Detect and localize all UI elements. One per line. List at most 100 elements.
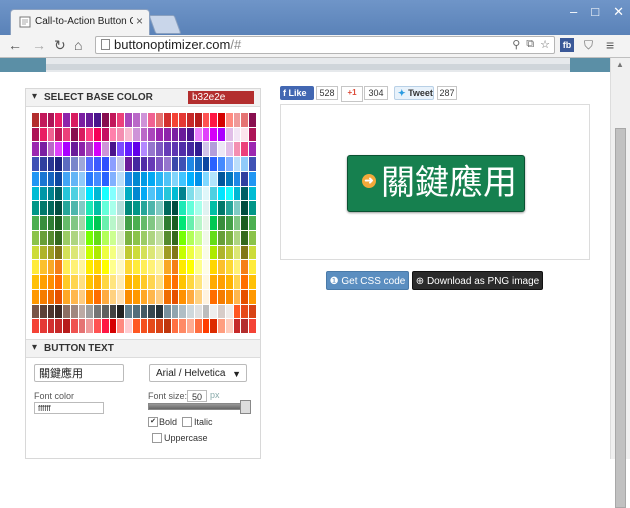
color-swatch[interactable]	[148, 142, 156, 157]
color-swatch[interactable]	[218, 275, 225, 289]
color-swatch[interactable]	[148, 275, 156, 289]
color-swatch[interactable]	[241, 157, 249, 171]
color-swatch[interactable]	[163, 142, 171, 157]
color-swatch[interactable]	[70, 127, 78, 142]
color-swatch[interactable]	[55, 319, 63, 333]
color-swatch[interactable]	[109, 157, 117, 171]
color-swatch[interactable]	[241, 186, 249, 201]
color-swatch[interactable]	[202, 157, 210, 171]
color-swatch[interactable]	[249, 201, 256, 216]
color-swatch[interactable]	[218, 142, 225, 157]
color-swatch[interactable]	[249, 304, 256, 319]
color-swatch[interactable]	[109, 113, 117, 127]
color-swatch[interactable]	[132, 157, 140, 171]
color-swatch[interactable]	[86, 275, 94, 289]
color-swatch[interactable]	[125, 260, 132, 275]
color-swatch[interactable]	[148, 113, 156, 127]
uppercase-checkbox[interactable]	[152, 433, 162, 443]
color-swatch[interactable]	[179, 245, 187, 260]
color-swatch[interactable]	[249, 157, 256, 171]
color-swatch[interactable]	[47, 230, 55, 245]
color-swatch[interactable]	[148, 216, 156, 230]
color-swatch[interactable]	[78, 186, 86, 201]
bookmark-star-icon[interactable]: ☆	[540, 38, 550, 51]
color-swatch[interactable]	[32, 186, 39, 201]
color-swatch[interactable]	[163, 127, 171, 142]
color-swatch[interactable]	[132, 171, 140, 186]
color-swatch[interactable]	[233, 142, 241, 157]
color-swatch[interactable]	[202, 230, 210, 245]
color-swatch[interactable]	[117, 245, 125, 260]
color-swatch[interactable]	[55, 304, 63, 319]
color-swatch[interactable]	[55, 142, 63, 157]
color-swatch[interactable]	[47, 113, 55, 127]
color-swatch[interactable]	[194, 245, 202, 260]
color-swatch[interactable]	[171, 260, 179, 275]
color-swatch[interactable]	[101, 171, 109, 186]
color-swatch[interactable]	[78, 216, 86, 230]
color-swatch[interactable]	[179, 113, 187, 127]
color-swatch[interactable]	[187, 289, 194, 304]
color-swatch[interactable]	[194, 275, 202, 289]
color-swatch[interactable]	[171, 186, 179, 201]
color-swatch[interactable]	[202, 201, 210, 216]
color-swatch[interactable]	[140, 186, 148, 201]
page-scrollbar[interactable]: ▲	[610, 58, 630, 508]
color-swatch[interactable]	[55, 127, 63, 142]
forward-arrow-icon[interactable]: →	[32, 37, 46, 53]
color-swatch[interactable]	[63, 275, 70, 289]
font-size-slider[interactable]	[148, 403, 246, 410]
color-swatch[interactable]	[109, 127, 117, 142]
color-swatch[interactable]	[132, 216, 140, 230]
color-swatch[interactable]	[156, 230, 163, 245]
color-swatch[interactable]	[32, 304, 39, 319]
color-swatch[interactable]	[225, 113, 233, 127]
color-swatch[interactable]	[55, 245, 63, 260]
color-swatch[interactable]	[86, 245, 94, 260]
color-swatch[interactable]	[47, 127, 55, 142]
color-swatch[interactable]	[70, 319, 78, 333]
color-swatch[interactable]	[39, 260, 47, 275]
color-swatch[interactable]	[39, 113, 47, 127]
color-swatch[interactable]	[86, 127, 94, 142]
color-swatch[interactable]	[86, 260, 94, 275]
color-swatch[interactable]	[187, 127, 194, 142]
color-swatch[interactable]	[194, 186, 202, 201]
color-swatch[interactable]	[163, 245, 171, 260]
color-swatch[interactable]	[241, 230, 249, 245]
color-swatch[interactable]	[156, 275, 163, 289]
color-swatch[interactable]	[156, 319, 163, 333]
color-swatch[interactable]	[194, 304, 202, 319]
color-swatch[interactable]	[194, 171, 202, 186]
color-swatch[interactable]	[101, 157, 109, 171]
color-swatch[interactable]	[148, 260, 156, 275]
color-swatch[interactable]	[225, 260, 233, 275]
color-swatch[interactable]	[63, 230, 70, 245]
color-swatch[interactable]	[94, 304, 101, 319]
color-swatch[interactable]	[109, 230, 117, 245]
color-swatch[interactable]	[241, 171, 249, 186]
color-swatch[interactable]	[140, 113, 148, 127]
color-swatch[interactable]	[225, 157, 233, 171]
bold-checkbox[interactable]: ✔	[148, 417, 158, 427]
color-swatch[interactable]	[109, 289, 117, 304]
color-swatch[interactable]	[171, 245, 179, 260]
color-swatch[interactable]	[187, 142, 194, 157]
color-swatch[interactable]	[210, 127, 218, 142]
color-swatch[interactable]	[78, 289, 86, 304]
color-swatch[interactable]	[47, 260, 55, 275]
color-swatch[interactable]	[101, 304, 109, 319]
color-swatch[interactable]	[233, 201, 241, 216]
color-swatch[interactable]	[39, 230, 47, 245]
color-swatch[interactable]	[63, 127, 70, 142]
color-swatch[interactable]	[94, 142, 101, 157]
color-swatch[interactable]	[125, 216, 132, 230]
color-swatch[interactable]	[194, 216, 202, 230]
color-swatch[interactable]	[86, 230, 94, 245]
color-swatch[interactable]	[156, 260, 163, 275]
color-swatch[interactable]	[241, 142, 249, 157]
color-swatch[interactable]	[202, 275, 210, 289]
color-swatch[interactable]	[78, 275, 86, 289]
color-swatch[interactable]	[179, 260, 187, 275]
home-icon[interactable]: ⌂	[74, 37, 82, 53]
